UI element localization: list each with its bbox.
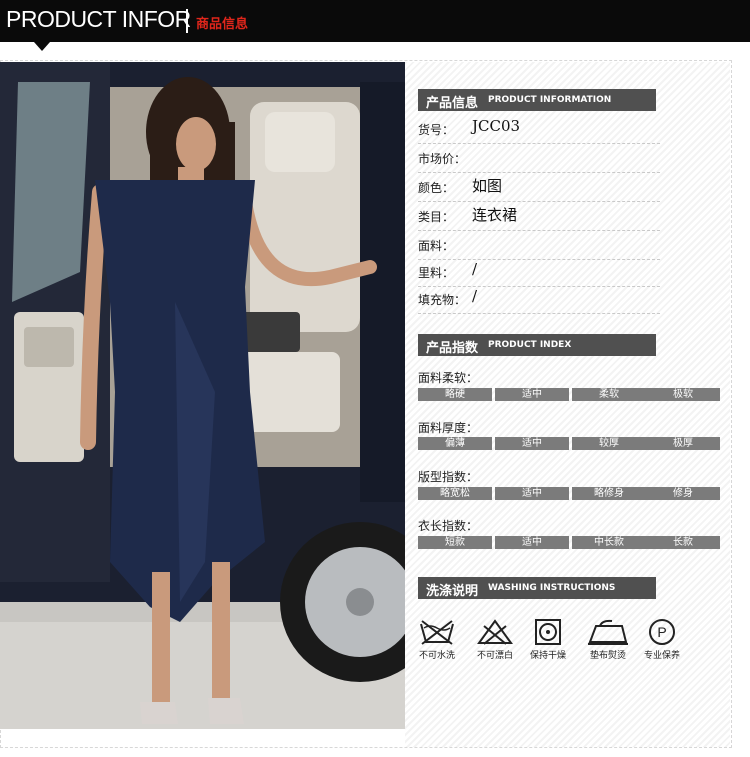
info-key: 面料： (418, 239, 455, 253)
info-value: JCC03 (472, 117, 521, 135)
product-index-heading-cn: 产品指数 (426, 341, 479, 356)
index-bar-softness: 略硬 适中 柔软 极软 (418, 388, 720, 401)
info-row-category: 类目： 连衣裙 (418, 204, 660, 231)
header-title: PRODUCT INFOR (6, 6, 191, 32)
info-key: 颜色： (418, 181, 455, 195)
professional-clean-icon: P (649, 619, 675, 645)
info-row-fabric: 面料： (418, 233, 660, 260)
index-option: 适中 (495, 437, 569, 450)
header-pointer (34, 42, 50, 51)
washing-heading-en: WASHING INSTRUCTIONS (488, 583, 616, 593)
header-subtitle: 商品信息 (196, 17, 249, 32)
index-option: 适中 (495, 388, 569, 401)
product-info-heading-en: PRODUCT INFORMATION (488, 95, 612, 105)
washing-label: 专业保养 (643, 651, 680, 661)
washing-label: 不可漂白 (476, 651, 513, 661)
index-option: 适中 (495, 536, 569, 549)
washing-item: 垫布熨烫 (580, 618, 636, 661)
info-key: 类目： (418, 210, 455, 224)
index-option: 中长款 (572, 536, 646, 549)
index-bar-thickness: 偏薄 适中 较厚 极厚 (418, 437, 720, 450)
index-label-length: 衣长指数： (418, 519, 479, 533)
info-key: 里料： (418, 266, 455, 280)
index-label-fit: 版型指数： (418, 470, 479, 484)
index-option: 较厚 (572, 437, 646, 450)
info-row-lining: 里料： / (418, 260, 660, 287)
info-row-sku: 货号： JCC03 (418, 117, 660, 144)
index-option: 短款 (418, 536, 492, 549)
washing-label: 不可水洗 (418, 651, 455, 661)
washing-label: 垫布熨烫 (589, 651, 626, 661)
iron-icon (588, 619, 628, 645)
washing-item: 不可水洗 (409, 618, 465, 661)
info-value: / (472, 287, 478, 305)
index-option: 修身 (646, 487, 720, 500)
product-photo (0, 62, 405, 729)
info-row-color: 颜色： 如图 (418, 175, 660, 202)
product-info-heading-cn: 产品信息 (426, 96, 479, 111)
index-option: 略宽松 (418, 487, 492, 500)
info-value: / (472, 260, 478, 278)
index-option: 偏薄 (418, 437, 492, 450)
tumble-dry-icon (535, 619, 561, 645)
index-option: 适中 (495, 487, 569, 500)
product-info-heading: 产品信息 PRODUCT INFORMATION (418, 89, 656, 111)
washing-item: 不可漂白 (467, 618, 523, 661)
washing-heading-cn: 洗涤说明 (426, 584, 479, 599)
index-option: 长款 (646, 536, 720, 549)
info-key: 填充物： (418, 293, 467, 307)
washing-label: 保持干燥 (529, 651, 566, 661)
index-label-thickness: 面料厚度： (418, 421, 479, 435)
info-value: 如图 (472, 177, 503, 195)
info-row-market-price: 市场价： (418, 146, 660, 173)
washing-heading: 洗涤说明 WASHING INSTRUCTIONS (418, 577, 656, 599)
info-key: 市场价： (418, 152, 467, 166)
index-option: 极厚 (646, 437, 720, 450)
product-index-heading-en: PRODUCT INDEX (488, 340, 572, 350)
index-option: 略修身 (572, 487, 646, 500)
index-option: 略硬 (418, 388, 492, 401)
washing-item: 保持干燥 (520, 618, 576, 661)
index-option: 极软 (646, 388, 720, 401)
no-bleach-icon (477, 619, 513, 645)
info-value: 连衣裙 (472, 206, 518, 224)
index-option: 柔软 (572, 388, 646, 401)
no-hand-wash-icon (420, 620, 454, 645)
svg-text:P: P (657, 624, 666, 640)
header-bar: PRODUCT INFOR 商品信息 (0, 0, 750, 51)
product-index-heading: 产品指数 PRODUCT INDEX (418, 334, 656, 356)
index-bar-fit: 略宽松 适中 略修身 修身 (418, 487, 720, 500)
index-label-softness: 面料柔软： (418, 371, 479, 385)
header-divider (186, 9, 188, 33)
info-row-filling: 填充物： / (418, 287, 660, 314)
info-key: 货号： (418, 123, 455, 137)
washing-item: P 专业保养 (634, 618, 690, 661)
index-bar-length: 短款 适中 中长款 长款 (418, 536, 720, 549)
